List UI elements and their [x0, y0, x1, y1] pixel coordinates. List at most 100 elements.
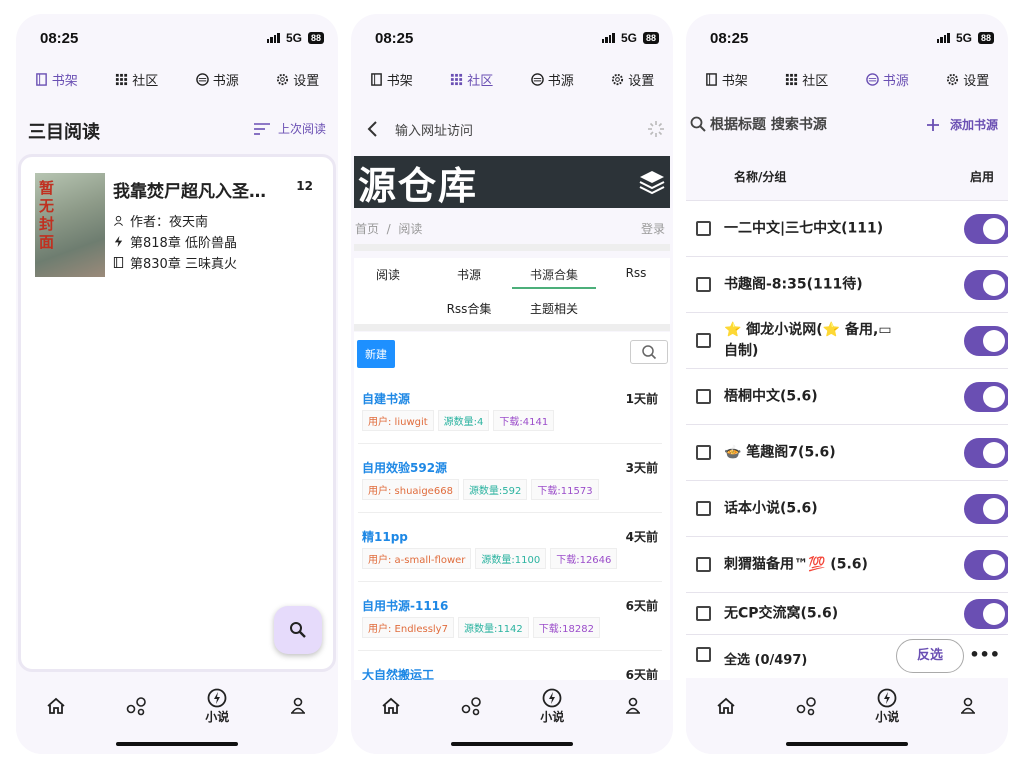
source-name: 刺猬猫备用™💯 (5.6) — [724, 556, 868, 572]
table-row[interactable]: 无CP交流窝(5.6) — [686, 592, 1008, 634]
layers-icon[interactable] — [638, 169, 666, 195]
crumb-read[interactable]: 阅读 — [398, 222, 422, 236]
divider — [354, 324, 670, 331]
repo-user: 用户: shuaige668 — [362, 479, 459, 500]
enable-toggle[interactable] — [964, 493, 1008, 524]
search-icon — [642, 345, 657, 360]
tab-book-source[interactable]: 书源 — [429, 262, 509, 287]
tab-bookshelf[interactable]: 书架 — [705, 70, 748, 89]
book-item[interactable]: 暂无封面 我靠焚尸超凡入圣… 12 作者：夜天南 第818章 低阶兽晶 第830… — [35, 173, 323, 277]
select-all-checkbox[interactable] — [696, 647, 711, 662]
user-icon — [290, 697, 305, 714]
tab-sources[interactable]: 书源 — [195, 70, 239, 89]
add-source-button[interactable]: 添加书源 — [926, 116, 998, 133]
table-row[interactable]: 🍲 笔趣阁7(5.6) — [686, 424, 1008, 480]
crumb-home[interactable]: 首页 — [355, 222, 379, 236]
tab-settings[interactable]: 设置 — [611, 70, 654, 89]
tab-settings[interactable]: 设置 — [276, 70, 319, 89]
tab-bookshelf[interactable]: 书架 — [35, 70, 78, 89]
enable-toggle[interactable] — [964, 549, 1008, 580]
enable-toggle[interactable] — [964, 598, 1008, 629]
home-icon — [717, 697, 735, 714]
table-row[interactable]: ⭐ 御龙小说网(⭐ 备用,▭ 自制) — [686, 312, 1008, 368]
tab-community[interactable]: 社区 — [450, 70, 493, 89]
row-checkbox[interactable] — [696, 500, 711, 516]
gear-icon — [612, 73, 624, 85]
lightning-circle-icon — [542, 688, 562, 707]
nav-profile[interactable] — [948, 686, 988, 726]
row-checkbox[interactable] — [696, 276, 711, 292]
url-input[interactable]: 输入网址访问 — [395, 120, 647, 139]
row-checkbox[interactable] — [696, 605, 711, 621]
tab-bookshelf[interactable]: 书架 — [370, 70, 413, 89]
repo-name[interactable]: 自用效验592源 — [362, 459, 447, 476]
url-bar: 输入网址访问 — [351, 114, 673, 144]
repo-name[interactable]: 精11pp — [362, 528, 408, 545]
row-checkbox[interactable] — [696, 332, 711, 348]
enable-toggle[interactable] — [964, 437, 1008, 468]
tab-settings[interactable]: 设置 — [946, 70, 989, 89]
enable-toggle[interactable] — [964, 269, 1008, 300]
tab-theme[interactable]: 主题相关 — [514, 296, 594, 321]
nav-profile[interactable] — [278, 686, 318, 726]
back-arrow-icon[interactable] — [361, 120, 383, 138]
repo-name[interactable]: 自建书源 — [362, 390, 410, 407]
book-icon — [35, 72, 47, 86]
row-checkbox[interactable] — [696, 556, 711, 572]
row-checkbox[interactable] — [696, 220, 711, 236]
enable-toggle[interactable] — [964, 381, 1008, 412]
nav-discover[interactable] — [117, 686, 157, 726]
tab-sources[interactable]: 书源 — [530, 70, 574, 89]
book-current-row: 第830章 三味真火 — [113, 253, 237, 272]
book-latest-chapter: 第818章 低阶兽晶 — [130, 236, 237, 251]
tab-source-collection[interactable]: 书源合集 — [512, 262, 596, 289]
nav-home[interactable] — [371, 686, 411, 726]
repo-search-button[interactable] — [630, 340, 668, 364]
nav-discover[interactable] — [452, 686, 492, 726]
list-item[interactable]: 自用效验592源 3天前 用户: shuaige668 源数量:592 下载:115… — [358, 445, 662, 513]
last-read-button[interactable]: 上次阅读 — [253, 120, 326, 137]
row-checkbox[interactable] — [696, 388, 711, 404]
invert-selection-button[interactable]: 反选 — [896, 639, 964, 673]
tab-community[interactable]: 社区 — [785, 70, 828, 89]
lightning-icon — [114, 236, 123, 247]
grid-icon — [451, 73, 463, 85]
search-fab[interactable] — [274, 606, 322, 654]
nav-novel[interactable]: 小说 — [197, 686, 237, 726]
list-item[interactable]: 精11pp 4天前 用户: a-small-flower 源数量:1100 下载:1… — [358, 514, 662, 582]
book-title: 我靠焚尸超凡入圣… — [113, 182, 266, 202]
home-indicator — [786, 742, 908, 746]
nav-profile[interactable] — [613, 686, 653, 726]
enable-toggle[interactable] — [964, 213, 1008, 244]
book-latest-row: 第818章 低阶兽晶 — [113, 232, 237, 251]
repo-name[interactable]: 自用书源-1116 — [362, 597, 448, 614]
table-row[interactable]: 梧桐中文(5.6) — [686, 368, 1008, 424]
nav-home[interactable] — [36, 686, 76, 726]
enable-toggle[interactable] — [964, 325, 1008, 356]
tab-sources[interactable]: 书源 — [865, 70, 909, 89]
tab-rss-collection[interactable]: Rss合集 — [429, 296, 509, 321]
tab-read[interactable]: 阅读 — [351, 262, 428, 287]
source-search-input[interactable]: 根据标题 搜索书源 — [690, 114, 827, 134]
nav-discover[interactable] — [787, 686, 827, 726]
bookmark-book-icon — [113, 257, 124, 268]
table-row[interactable]: 书趣阁-8:35(111待) — [686, 256, 1008, 312]
tab-community[interactable]: 社区 — [115, 70, 158, 89]
gear-icon — [277, 73, 289, 85]
network-label: 5G — [285, 31, 302, 45]
table-row[interactable]: 一二中文|三七中文(111) — [686, 200, 1008, 256]
table-row[interactable]: 话本小说(5.6) — [686, 480, 1008, 536]
nav-home[interactable] — [706, 686, 746, 726]
nav-novel[interactable]: 小说 — [532, 686, 572, 726]
table-row[interactable]: 刺猬猫备用™💯 (5.6) — [686, 536, 1008, 592]
list-item[interactable]: 自用书源-1116 6天前 用户: Endlessly7 源数量:1142 下载:1… — [358, 583, 662, 651]
source-icon — [195, 72, 209, 86]
new-button[interactable]: 新建 — [357, 340, 395, 368]
login-link[interactable]: 登录 — [641, 220, 665, 237]
source-name: 一二中文|三七中文(111) — [724, 220, 884, 236]
nav-novel[interactable]: 小说 — [867, 686, 907, 726]
more-icon[interactable]: ••• — [969, 645, 1000, 664]
tab-rss[interactable]: Rss — [596, 262, 673, 284]
list-item[interactable]: 自建书源 1天前 用户: liuwgit 源数量:4 下载:4141 — [358, 376, 662, 444]
row-checkbox[interactable] — [696, 444, 711, 460]
